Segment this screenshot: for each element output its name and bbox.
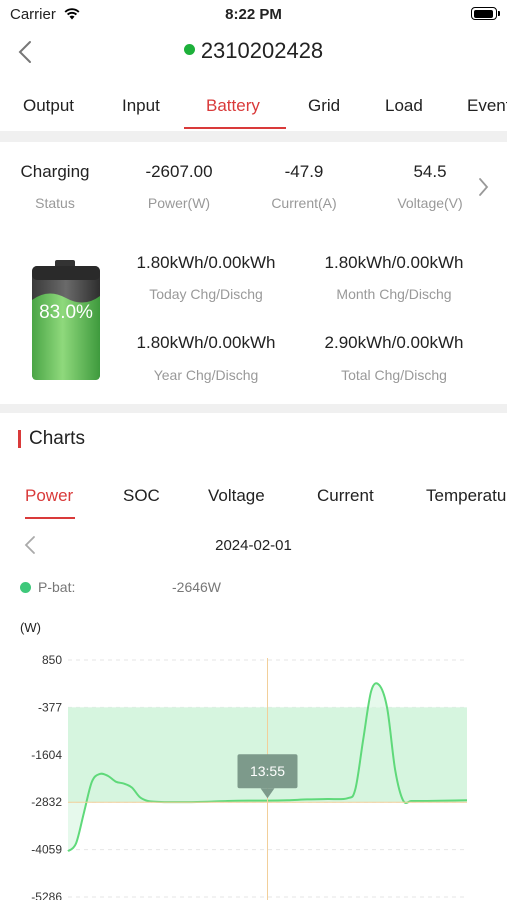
y-tick-label: -5286 [31,890,62,900]
y-tick-label: -377 [38,700,62,714]
year-energy-value: 1.80kWh/0.00kWh [136,333,276,352]
status-value: Charging [20,162,90,181]
tab-grid[interactable]: Grid [308,96,340,116]
battery-status-icon [471,7,500,20]
voltage-label: Voltage(V) [397,195,463,211]
chart-tabs: Power SOC Voltage Current Temperature [0,486,507,520]
chart-tab-soc[interactable]: SOC [123,486,160,506]
month-energy-value: 1.80kWh/0.00kWh [324,253,464,272]
chart-tab-temperature[interactable]: Temperature [426,486,507,506]
status-label: Status [35,195,75,211]
y-tick-label: -1604 [31,748,62,762]
chart-tab-voltage[interactable]: Voltage [208,486,265,506]
page-title: 2310202428 [0,38,507,64]
tab-output[interactable]: Output [23,96,74,116]
year-energy-label: Year Chg/Dischg [153,367,259,383]
y-tick-label: 850 [42,653,62,667]
month-energy-label: Month Chg/Dischg [336,286,452,302]
section-divider [0,131,507,142]
today-energy-label: Today Chg/Dischg [149,286,263,302]
power-label: Power(W) [147,195,211,211]
chart-tab-power[interactable]: Power [25,486,73,506]
legend-series-name: P-bat: [38,579,76,595]
tab-event[interactable]: Event [467,96,507,116]
voltage-value: 54.5 [413,162,447,181]
active-chart-tab-indicator [25,517,75,519]
legend-series-value: -2646W [172,579,222,595]
y-tick-label: -4059 [31,843,62,857]
y-tick-label: -2832 [31,795,62,809]
tab-battery[interactable]: Battery [206,96,260,116]
section-divider-2 [0,404,507,413]
battery-soc-graphic: 83.0% [28,258,104,382]
chevron-right-icon [479,178,489,196]
chart-tab-current[interactable]: Current [317,486,374,506]
status-bar: Carrier 8:22 PM [0,0,507,28]
status-time: 8:22 PM [225,6,282,23]
y-axis-unit: (W) [20,620,41,635]
battery-summary: Charging Status -2607.00 Power(W) -47.9 … [0,142,507,404]
tab-input[interactable]: Input [122,96,160,116]
online-status-dot [183,44,195,55]
charts-heading: Charts [18,429,85,448]
legend-marker [20,582,31,593]
device-id: 2310202428 [200,38,324,63]
power-chart[interactable]: 850 -377 -1604 -2832 -4059 -5286 13:55 [0,640,507,900]
total-energy-label: Total Chg/Dischg [341,367,447,383]
soc-label: 83.0% [39,302,93,323]
total-energy-value: 2.90kWh/0.00kWh [324,333,464,352]
active-tab-indicator [184,127,286,129]
current-label: Current(A) [271,195,337,211]
more-stats-button[interactable] [476,176,490,203]
tooltip-label: 13:55 [250,763,285,779]
tab-load[interactable]: Load [385,96,423,116]
power-value: -2607.00 [145,162,213,181]
current-value: -47.9 [284,162,324,181]
chart-date: 2024-02-01 [215,537,292,554]
top-tabs: Output Input Battery Grid Load Event [0,96,507,130]
today-energy-value: 1.80kWh/0.00kWh [136,253,276,272]
